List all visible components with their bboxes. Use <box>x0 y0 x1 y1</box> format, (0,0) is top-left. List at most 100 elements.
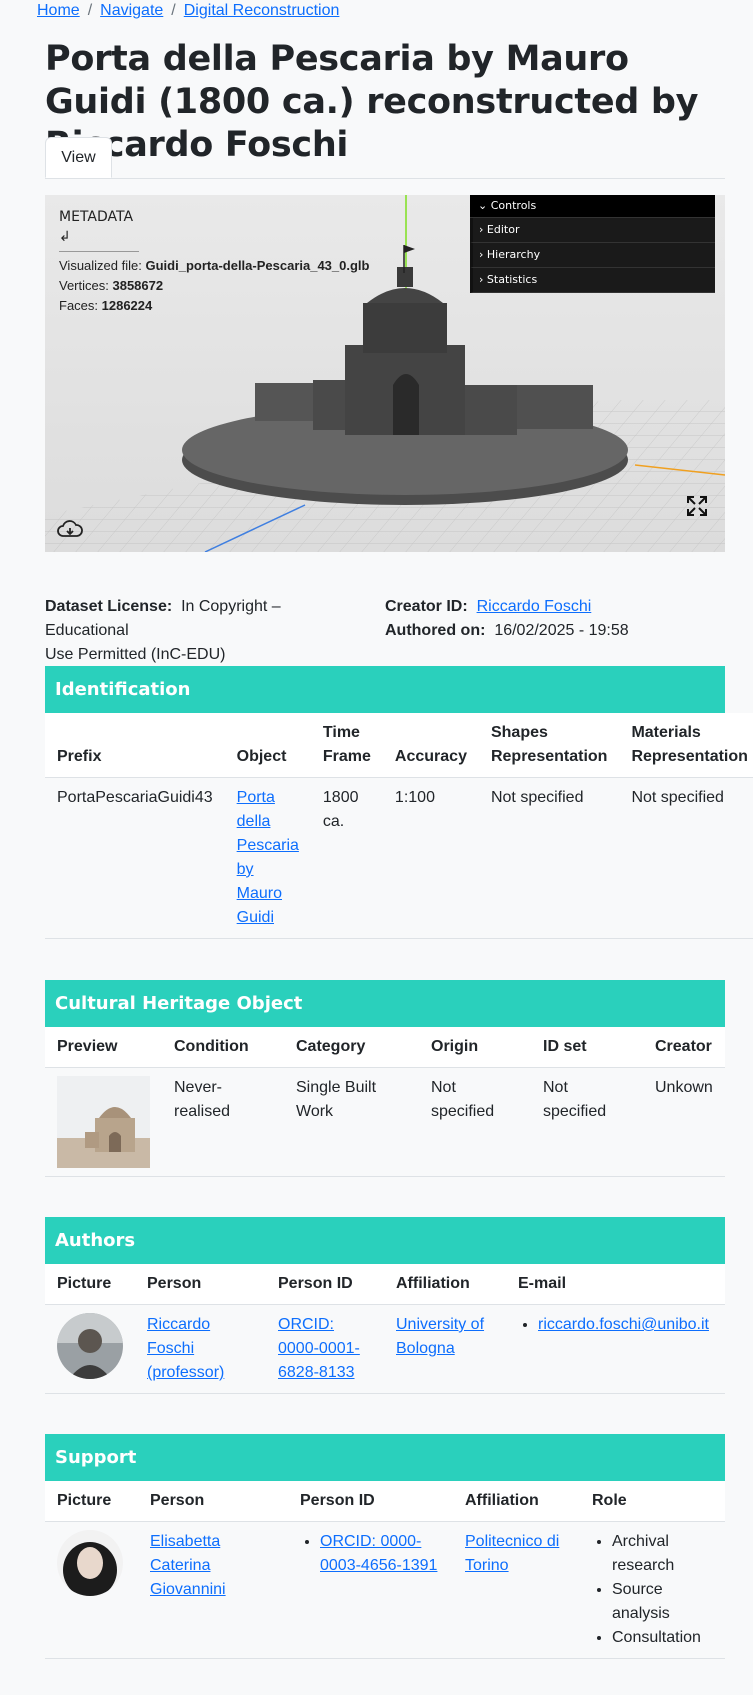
authors-table: Picture Person Person ID Affiliation E-m… <box>45 1264 725 1394</box>
col-picture: Picture <box>45 1481 138 1522</box>
model-viewer[interactable]: METADATA ↲ Visualized file: Guidi_porta-… <box>45 195 725 552</box>
person-id-cell: ORCID: 0000-0003-4656-1391 <box>288 1521 453 1659</box>
picture-cell <box>45 1304 135 1394</box>
metadata-panel: METADATA ↲ Visualized file: Guidi_porta-… <box>59 207 369 316</box>
license-value-line2: Use Permitted (InC-EDU) <box>45 646 226 663</box>
controls-toggle[interactable]: ⌄ Controls <box>470 195 715 218</box>
controls-label: Controls <box>490 199 537 212</box>
viewer-controls-panel: ⌄ Controls › Editor › Hierarchy › Statis… <box>470 195 715 293</box>
list-item: ORCID: 0000-0003-4656-1391 <box>320 1530 441 1578</box>
preview-cell <box>45 1067 162 1177</box>
faces-label: Faces: <box>59 298 99 313</box>
affiliation-cell: University of Bologna <box>384 1304 506 1394</box>
visualized-file: Visualized file: Guidi_porta-della-Pesca… <box>59 256 369 276</box>
cloud-download-icon[interactable] <box>57 520 83 540</box>
heritage-table: Preview Condition Category Origin ID set… <box>45 1027 725 1177</box>
identification-header: Identification <box>45 666 725 713</box>
list-item: Consultation <box>612 1626 713 1650</box>
license-label: Dataset License: <box>45 598 173 615</box>
hierarchy-label: Hierarchy <box>486 248 541 261</box>
origin-cell: Not specified <box>419 1067 531 1177</box>
condition-cell: Never-realised <box>162 1067 284 1177</box>
email-cell: riccardo.foschi@unibo.it <box>506 1304 725 1394</box>
col-person: Person <box>138 1481 288 1522</box>
object-link[interactable]: Porta della Pescaria by Mauro Guidi <box>237 789 299 926</box>
support-avatar <box>57 1530 123 1596</box>
accuracy-cell: 1:100 <box>382 777 479 939</box>
person-cell: Riccardo Foschi (professor) <box>135 1304 266 1394</box>
author-person-link[interactable]: Riccardo Foschi (professor) <box>147 1316 224 1381</box>
col-email: E-mail <box>506 1264 725 1305</box>
col-materials: Materials Representation <box>619 713 753 778</box>
table-row: Never-realised Single Built Work Not spe… <box>45 1067 725 1177</box>
author-orcid-link[interactable]: ORCID: 0000-0001-6828-8133 <box>278 1316 360 1381</box>
fullscreen-icon[interactable] <box>686 495 708 517</box>
license-info: Dataset License: In Copyright – Educatio… <box>45 595 365 667</box>
support-table: Picture Person Person ID Affiliation Rol… <box>45 1481 725 1659</box>
author-avatar <box>57 1313 123 1379</box>
authors-header: Authors <box>45 1217 725 1264</box>
tab-bar: View <box>45 137 725 179</box>
support-affiliation-link[interactable]: Politecnico di Torino <box>465 1533 559 1574</box>
affiliation-cell: Politecnico di Torino <box>453 1521 580 1659</box>
table-row: Riccardo Foschi (professor) ORCID: 0000-… <box>45 1304 725 1394</box>
picture-cell <box>45 1521 138 1659</box>
category-cell: Single Built Work <box>284 1067 419 1177</box>
col-origin: Origin <box>419 1027 531 1068</box>
faces-count: Faces: 1286224 <box>59 296 369 316</box>
vertices-value: 3858672 <box>112 278 164 293</box>
table-header-row: Picture Person Person ID Affiliation E-m… <box>45 1264 725 1305</box>
time-frame-cell: 1800 ca. <box>310 777 383 939</box>
file-label: Visualized file: <box>59 258 142 273</box>
role-cell: Archival research Source analysis Consul… <box>580 1521 725 1659</box>
metadata-title[interactable]: METADATA ↲ <box>59 207 139 252</box>
support-orcid-link[interactable]: ORCID: 0000-0003-4656-1391 <box>320 1533 437 1574</box>
statistics-folder[interactable]: › Statistics <box>470 268 715 293</box>
support-person-link[interactable]: Elisabetta Caterina Giovannini <box>150 1533 226 1598</box>
breadcrumb-separator: / <box>171 2 176 19</box>
list-item: Archival research <box>612 1530 713 1578</box>
tab-view[interactable]: View <box>45 137 112 178</box>
author-email-link[interactable]: riccardo.foschi@unibo.it <box>538 1316 709 1333</box>
table-row: Elisabetta Caterina Giovannini ORCID: 00… <box>45 1521 725 1659</box>
id-set-cell: Not specified <box>531 1067 643 1177</box>
col-shapes: Shapes Representation <box>478 713 620 778</box>
authored-label: Authored on: <box>385 622 486 639</box>
heritage-preview-image[interactable] <box>57 1076 150 1168</box>
faces-value: 1286224 <box>101 298 153 313</box>
support-header: Support <box>45 1434 725 1481</box>
object-cell: Porta della Pescaria by Mauro Guidi <box>224 777 311 939</box>
table-header-row: Picture Person Person ID Affiliation Rol… <box>45 1481 725 1522</box>
col-id-set: ID set <box>531 1027 643 1068</box>
col-role: Role <box>580 1481 725 1522</box>
col-creator: Creator <box>643 1027 725 1068</box>
col-category: Category <box>284 1027 419 1068</box>
creator-label: Creator ID: <box>385 598 468 615</box>
vertices-label: Vertices: <box>59 278 109 293</box>
list-item: Source analysis <box>612 1578 713 1626</box>
person-id-cell: ORCID: 0000-0001-6828-8133 <box>266 1304 384 1394</box>
table-header-row: Prefix Object Time Frame Accuracy Shapes… <box>45 713 753 778</box>
col-object: Object <box>224 713 311 778</box>
breadcrumb-navigate-link[interactable]: Navigate <box>100 2 163 20</box>
creator-link[interactable]: Riccardo Foschi <box>477 598 592 615</box>
file-name: Guidi_porta-della-Pescaria_43_0.glb <box>145 258 370 273</box>
breadcrumb-home-link[interactable]: Home <box>37 2 80 20</box>
col-affiliation: Affiliation <box>384 1264 506 1305</box>
list-item: riccardo.foschi@unibo.it <box>538 1313 713 1337</box>
person-cell: Elisabetta Caterina Giovannini <box>138 1521 288 1659</box>
breadcrumb-separator: / <box>87 2 93 19</box>
heritage-header: Cultural Heritage Object <box>45 980 725 1027</box>
col-condition: Condition <box>162 1027 284 1068</box>
shapes-cell: Not specified <box>478 777 620 939</box>
editor-folder[interactable]: › Editor <box>470 218 715 243</box>
hierarchy-folder[interactable]: › Hierarchy <box>470 243 715 268</box>
author-affiliation-link[interactable]: University of Bologna <box>396 1316 484 1357</box>
editor-label: Editor <box>486 223 520 236</box>
creator-cell: Unkown <box>643 1067 725 1177</box>
table-row: PortaPescariaGuidi43 Porta della Pescari… <box>45 777 753 939</box>
materials-cell: Not specified <box>619 777 753 939</box>
table-header-row: Preview Condition Category Origin ID set… <box>45 1027 725 1068</box>
breadcrumb-current-link[interactable]: Digital Reconstruction <box>184 2 340 20</box>
identification-table: Prefix Object Time Frame Accuracy Shapes… <box>45 713 753 939</box>
